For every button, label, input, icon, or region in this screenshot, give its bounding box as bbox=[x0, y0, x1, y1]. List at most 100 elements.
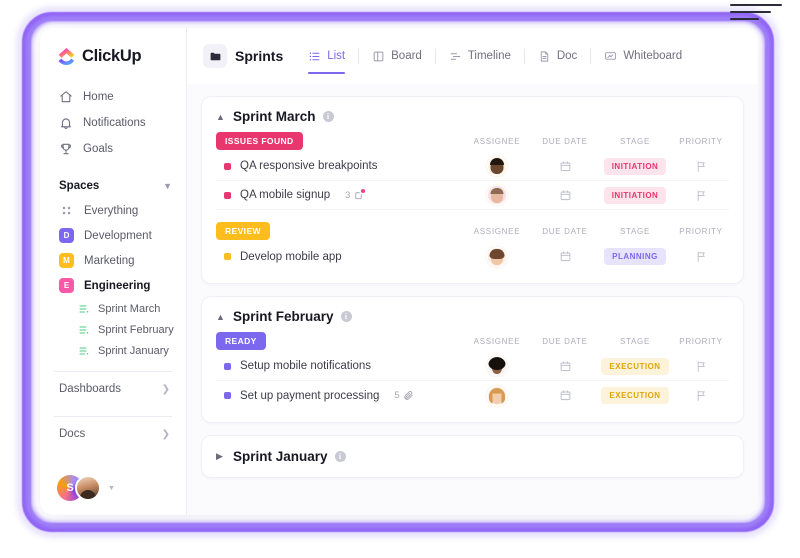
priority-cell[interactable] bbox=[673, 250, 729, 263]
sidebar-item-development[interactable]: D Development bbox=[40, 223, 186, 248]
sidebar-item-home[interactable]: Home bbox=[40, 84, 186, 110]
tab-timeline[interactable]: Timeline bbox=[436, 46, 524, 67]
assignee-cell[interactable] bbox=[461, 246, 533, 267]
task-title: Setup mobile notifications bbox=[240, 360, 372, 372]
priority-cell[interactable] bbox=[673, 160, 729, 173]
table-row[interactable]: Set up payment processing 5 EXECUTION bbox=[216, 381, 729, 410]
flag-icon bbox=[695, 189, 708, 202]
sidebar-item-everything[interactable]: Everything bbox=[40, 198, 186, 223]
calendar-icon bbox=[559, 389, 572, 402]
attachment-icon[interactable] bbox=[403, 390, 414, 401]
info-icon[interactable]: i bbox=[322, 111, 334, 122]
sidebar-item-goals[interactable]: Goals bbox=[40, 136, 186, 162]
space-label: Marketing bbox=[84, 254, 135, 267]
table-row[interactable]: Setup mobile notifications EXECUTION bbox=[216, 352, 729, 381]
sidebar-item-label: Notifications bbox=[83, 117, 146, 129]
stage-cell[interactable]: INITIATION bbox=[597, 186, 673, 204]
due-date-cell[interactable] bbox=[533, 389, 597, 402]
grid-icon bbox=[59, 203, 74, 218]
avatar bbox=[487, 246, 507, 267]
avatar bbox=[75, 475, 101, 501]
stage-cell[interactable]: EXECUTION bbox=[597, 387, 673, 404]
sprint-header[interactable]: ▲ Sprint February i bbox=[216, 309, 729, 324]
spaces-list: Everything D Development M Marketing E E… bbox=[40, 198, 186, 361]
bell-icon bbox=[59, 116, 73, 130]
column-headers: ASSIGNEE DUE DATE STAGE PRIORITY bbox=[461, 227, 729, 236]
list-icon bbox=[78, 345, 90, 357]
group-header-issues-found: ISSUES FOUND ASSIGNEE DUE DATE STAGE PRI… bbox=[216, 132, 729, 150]
stage-cell[interactable]: INITIATION bbox=[597, 157, 673, 175]
sprint-header[interactable]: ▶ Sprint January i bbox=[216, 449, 729, 464]
sprint-header[interactable]: ▲ Sprint March i bbox=[216, 109, 729, 124]
sidebar-item-dashboards[interactable]: Dashboards ❯ bbox=[40, 372, 186, 406]
chevron-right-icon: ❯ bbox=[161, 428, 170, 440]
column-header-priority: PRIORITY bbox=[679, 226, 723, 236]
status-badge[interactable]: READY bbox=[216, 332, 266, 350]
sidebar-item-sprint-february[interactable]: Sprint February bbox=[40, 319, 186, 340]
chevron-right-icon: ❯ bbox=[161, 383, 170, 395]
task-status-dot bbox=[224, 362, 231, 370]
brand-logo-area[interactable]: ClickUp bbox=[40, 28, 186, 82]
priority-cell[interactable] bbox=[673, 189, 729, 202]
due-date-cell[interactable] bbox=[533, 360, 597, 373]
sidebar-item-engineering[interactable]: E Engineering bbox=[40, 273, 186, 298]
spaces-section-header[interactable]: Spaces ▼ bbox=[40, 166, 186, 198]
task-status-dot bbox=[224, 253, 231, 260]
tab-list[interactable]: List bbox=[295, 46, 358, 74]
tab-label: Board bbox=[391, 50, 422, 62]
space-label: Development bbox=[84, 229, 152, 242]
info-icon[interactable]: i bbox=[340, 311, 352, 322]
table-row[interactable]: Develop mobile app PLANNING bbox=[216, 242, 729, 271]
view-title-group[interactable]: Sprints bbox=[203, 44, 295, 68]
due-date-cell[interactable] bbox=[533, 189, 597, 202]
calendar-icon bbox=[559, 189, 572, 202]
flag-icon bbox=[695, 389, 708, 402]
stage-cell[interactable]: PLANNING bbox=[597, 248, 673, 265]
user-account-area[interactable]: S ▼ bbox=[40, 465, 186, 515]
assignee-cell[interactable] bbox=[461, 156, 533, 176]
sidebar-item-docs[interactable]: Docs ❯ bbox=[40, 417, 186, 451]
group-header-review: REVIEW ASSIGNEE DUE DATE STAGE PRIORITY bbox=[216, 222, 729, 240]
sidebar-item-label: Home bbox=[83, 91, 114, 103]
sidebar-item-sprint-march[interactable]: Sprint March bbox=[40, 298, 186, 319]
list-icon bbox=[78, 303, 90, 315]
task-name-cell: Develop mobile app bbox=[216, 251, 461, 263]
avatar bbox=[487, 385, 507, 406]
assignee-cell[interactable] bbox=[461, 385, 533, 406]
assignee-cell[interactable] bbox=[461, 356, 533, 376]
column-header-stage: STAGE bbox=[619, 226, 651, 236]
list-label: Sprint March bbox=[98, 302, 161, 315]
tab-doc[interactable]: Doc bbox=[525, 46, 590, 67]
avatar bbox=[487, 156, 507, 176]
column-header-priority: PRIORITY bbox=[679, 336, 723, 346]
info-icon[interactable]: i bbox=[334, 451, 346, 462]
column-header-due-date: DUE DATE bbox=[542, 226, 588, 236]
due-date-cell[interactable] bbox=[533, 160, 597, 173]
assignee-cell[interactable] bbox=[461, 185, 533, 205]
sidebar-item-notifications[interactable]: Notifications bbox=[40, 110, 186, 136]
status-badge[interactable]: REVIEW bbox=[216, 222, 270, 240]
status-badge[interactable]: ISSUES FOUND bbox=[216, 132, 303, 150]
subtask-icon[interactable] bbox=[353, 188, 366, 201]
due-date-cell[interactable] bbox=[533, 250, 597, 263]
view-toolbar: Sprints List Board Timeline Doc Whiteboa… bbox=[187, 28, 758, 84]
priority-cell[interactable] bbox=[673, 360, 729, 373]
stage-cell[interactable]: EXECUTION bbox=[597, 357, 673, 375]
sidebar-item-marketing[interactable]: M Marketing bbox=[40, 248, 186, 273]
column-header-stage: STAGE bbox=[619, 336, 651, 346]
table-row[interactable]: QA responsive breakpoints INITIATION bbox=[216, 152, 729, 181]
app-window: ClickUp Home Notifications Goals Spaces … bbox=[40, 28, 758, 515]
table-row[interactable]: QA mobile signup 3 INITIATION bbox=[216, 181, 729, 210]
sidebar-item-sprint-january[interactable]: Sprint January bbox=[40, 340, 186, 361]
sprint-card-march: ▲ Sprint March i ISSUES FOUND ASSIGNEE D… bbox=[201, 96, 744, 284]
avatar bbox=[487, 356, 507, 376]
list-icon bbox=[78, 324, 90, 336]
tab-label: Doc bbox=[556, 50, 578, 62]
tab-whiteboard[interactable]: Whiteboard bbox=[591, 46, 695, 67]
priority-cell[interactable] bbox=[673, 389, 729, 402]
flag-icon bbox=[695, 360, 708, 373]
sprint-card-january: ▶ Sprint January i bbox=[201, 435, 744, 478]
calendar-icon bbox=[559, 360, 572, 373]
notification-dot bbox=[361, 188, 366, 193]
tab-board[interactable]: Board bbox=[359, 46, 435, 67]
